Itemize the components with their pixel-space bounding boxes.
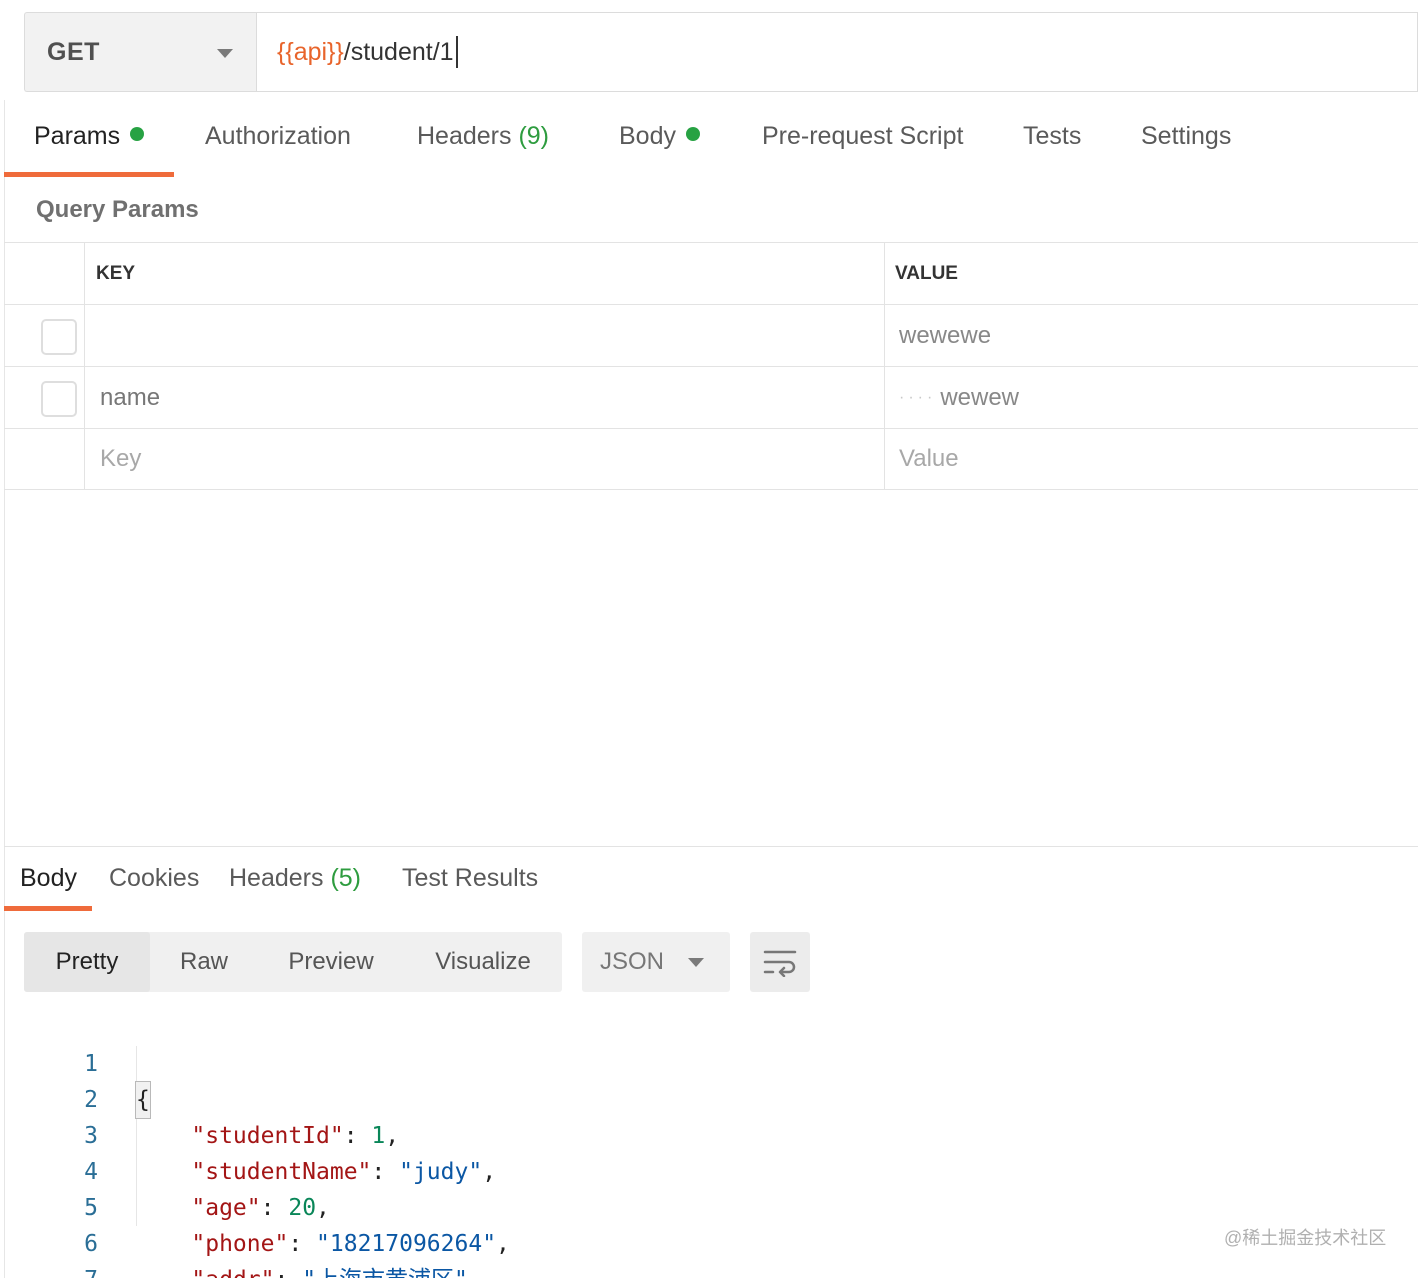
response-body-editor[interactable]: 1 { 2 "studentId": 1, 3 "studentName": "… xyxy=(0,1010,1418,1278)
checkbox-cell xyxy=(4,429,85,489)
value-cell[interactable]: ···· wewew xyxy=(885,367,1418,428)
watermark: @稀土掘金技术社区 xyxy=(1224,1228,1387,1248)
code-line: 5 "phone": "18217096264", xyxy=(0,1154,1418,1257)
tab-authorization[interactable]: Authorization xyxy=(205,122,351,178)
line-number: 7 xyxy=(60,1262,98,1278)
table-row: wewewe xyxy=(4,304,1418,366)
url-path: /student/1 xyxy=(343,37,454,66)
tab-tests[interactable]: Tests xyxy=(1023,122,1081,178)
chevron-down-icon xyxy=(217,49,233,58)
row-checkbox[interactable] xyxy=(41,319,77,355)
format-select[interactable]: JSON xyxy=(582,932,730,992)
method-select[interactable]: GET xyxy=(24,12,256,92)
tab-label: Authorization xyxy=(205,122,351,150)
response-tab-cookies[interactable]: Cookies xyxy=(109,864,199,893)
tab-settings[interactable]: Settings xyxy=(1141,122,1231,178)
tab-label: Settings xyxy=(1141,122,1232,150)
view-preview-button[interactable]: Preview xyxy=(274,932,388,992)
tab-params[interactable]: Params xyxy=(34,122,145,178)
key-cell[interactable]: name xyxy=(85,367,885,428)
checkbox-cell xyxy=(4,305,85,366)
value-text: wewew xyxy=(940,383,1020,411)
table-row-new: Key Value xyxy=(4,428,1418,490)
view-mode-group: Pretty Raw Preview Visualize xyxy=(24,932,562,992)
code-text: "addr": "上海市黄浦区" xyxy=(136,1262,468,1278)
tab-body[interactable]: Body xyxy=(619,122,700,178)
key-input[interactable]: Key xyxy=(85,429,885,489)
tab-count: (5) xyxy=(330,864,362,892)
view-pretty-button[interactable]: Pretty xyxy=(24,932,150,992)
wrap-lines-icon xyxy=(763,950,797,977)
code-line: 7 } xyxy=(0,1226,1418,1278)
checkbox-column-header xyxy=(4,243,85,304)
url-variable: {{api}} xyxy=(277,37,344,66)
row-checkbox[interactable] xyxy=(41,381,77,417)
code-line: 2 "studentId": 1, xyxy=(0,1046,1418,1149)
key-column-header: KEY xyxy=(85,243,885,304)
code-line: 1 { xyxy=(0,1010,1418,1119)
format-label: JSON xyxy=(600,948,665,975)
table-header: KEY VALUE xyxy=(4,242,1418,304)
active-tab-indicator xyxy=(4,172,174,177)
code-line: 4 "age": 20, xyxy=(0,1118,1418,1221)
value-input[interactable]: Value xyxy=(885,429,1418,489)
method-label: GET xyxy=(47,37,100,66)
view-visualize-button[interactable]: Visualize xyxy=(422,932,544,992)
value-cell[interactable]: wewewe xyxy=(885,305,1418,366)
params-table: KEY VALUE wewewe name ···· wewew Key Valu… xyxy=(4,242,1418,490)
response-tab-body[interactable]: Body xyxy=(20,864,77,893)
code-line: 6 "addr": "上海市黄浦区" xyxy=(0,1190,1418,1278)
checkbox-cell xyxy=(4,367,85,428)
tab-headers[interactable]: Headers (9) xyxy=(417,122,549,178)
text-cursor xyxy=(455,36,458,68)
response-tab-test-results[interactable]: Test Results xyxy=(402,864,538,893)
value-column-header: VALUE xyxy=(895,262,958,284)
request-bar: GET {{api}}/student/1 xyxy=(24,12,1418,92)
active-dot-icon xyxy=(685,127,700,141)
key-cell[interactable] xyxy=(85,305,885,366)
tab-label: Body xyxy=(619,122,676,150)
wrap-lines-button[interactable] xyxy=(750,932,810,992)
active-response-tab-indicator xyxy=(4,906,92,911)
url-input[interactable]: {{api}}/student/1 xyxy=(256,12,1418,92)
view-raw-button[interactable]: Raw xyxy=(160,932,248,992)
whitespace-marker: ···· xyxy=(899,388,937,406)
active-dot-icon xyxy=(130,127,145,141)
table-row: name ···· wewew xyxy=(4,366,1418,428)
chevron-down-icon xyxy=(688,958,704,967)
panel-divider xyxy=(4,846,1418,847)
tab-label: Headers xyxy=(229,864,324,892)
tab-label: Pre-request Script xyxy=(762,122,964,150)
section-title: Query Params xyxy=(36,196,199,223)
response-tab-headers[interactable]: Headers (5) xyxy=(229,864,361,893)
request-tabs: Params Authorization Headers (9) Body Pr… xyxy=(0,122,1418,178)
code-line: 3 "studentName": "judy", xyxy=(0,1082,1418,1185)
tab-pre-request-script[interactable]: Pre-request Script xyxy=(762,122,963,178)
json-value: "上海市黄浦区" xyxy=(302,1267,468,1278)
tab-label: Tests xyxy=(1023,122,1082,150)
tab-count: (9) xyxy=(518,122,550,150)
tab-label: Params xyxy=(34,122,121,150)
tab-label: Headers xyxy=(417,122,512,150)
